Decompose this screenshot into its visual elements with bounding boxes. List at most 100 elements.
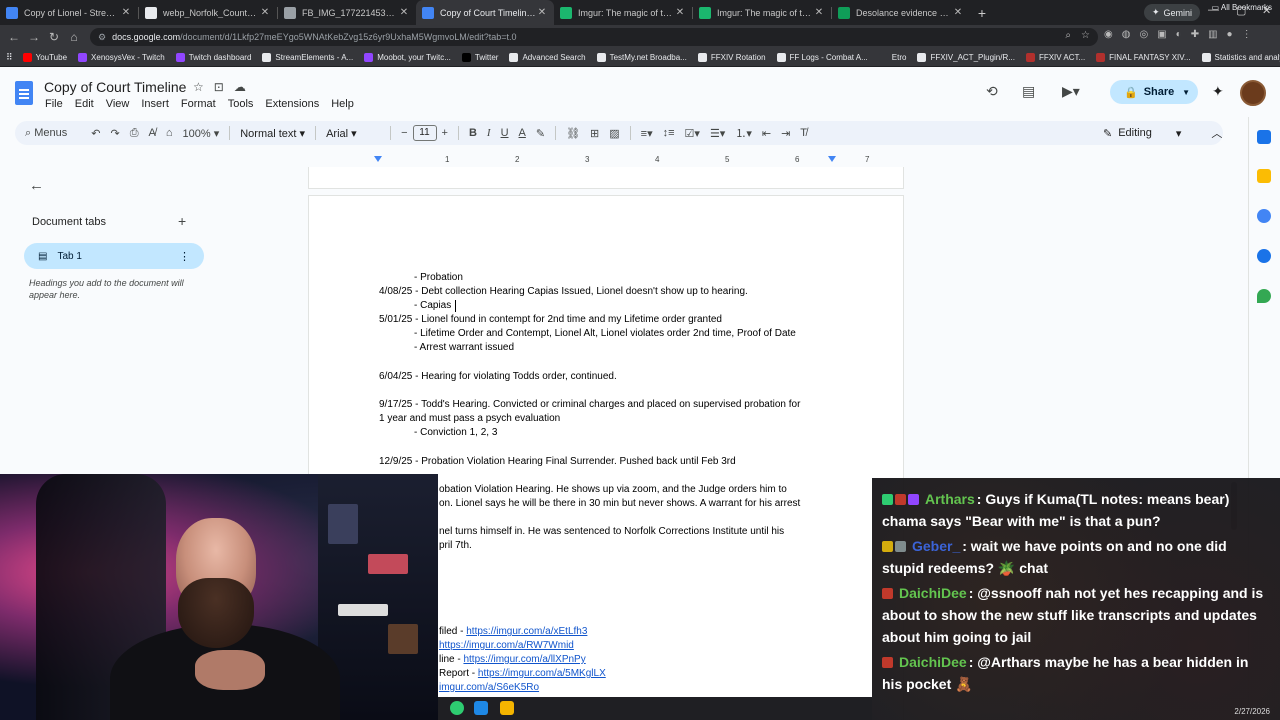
maps-icon[interactable]: [1257, 289, 1271, 303]
calendar-icon[interactable]: [1257, 130, 1271, 144]
close-tab-icon[interactable]: ✕: [398, 7, 410, 18]
site-info-icon[interactable]: ⚙: [98, 32, 106, 43]
home-icon[interactable]: ⌂: [64, 30, 84, 44]
bookmark-item[interactable]: Twitch dashboard: [175, 53, 251, 62]
app-icon[interactable]: [474, 701, 488, 715]
style-select[interactable]: Normal text ▾: [235, 127, 310, 140]
apps-icon[interactable]: ⠿: [6, 52, 13, 63]
menus-search[interactable]: ⌕ Menus: [15, 127, 72, 140]
side-panel-icon[interactable]: ▥: [1208, 29, 1217, 40]
extensions-puzzle-icon[interactable]: ✚: [1191, 29, 1199, 40]
document-line[interactable]: 9/17/25 - Todd's Hearing. Convicted or c…: [379, 399, 800, 410]
avatar[interactable]: [1240, 80, 1266, 106]
chevron-up-icon[interactable]: ︿: [1211, 125, 1222, 141]
reload-icon[interactable]: ↻: [44, 30, 64, 44]
meet-icon[interactable]: ▶▾: [1062, 83, 1080, 100]
highlight-icon[interactable]: ✎: [531, 127, 550, 140]
document-line[interactable]: - Conviction 1, 2, 3: [414, 427, 497, 438]
keep-icon[interactable]: [1257, 169, 1271, 183]
imgur-link[interactable]: https://imgur.com/a/5MKglLX: [478, 668, 606, 679]
move-folder-icon[interactable]: ⊡: [214, 80, 224, 94]
extension-icon[interactable]: ◎: [1139, 29, 1148, 40]
zoom-icon[interactable]: ⌕: [1065, 30, 1071, 41]
bookmark-item[interactable]: TestMy.net Broadba...: [596, 53, 687, 62]
text-color-icon[interactable]: A: [514, 127, 531, 139]
browser-tab[interactable]: FB_IMG_1772214531415.jpg (5✕: [278, 0, 416, 25]
left-indent-marker[interactable]: [374, 156, 382, 162]
bookmark-item[interactable]: Moobot, your Twitc...: [364, 53, 451, 62]
increase-indent-icon[interactable]: ⇥: [776, 127, 795, 140]
document-title[interactable]: Copy of Court Timeline: [44, 79, 186, 95]
browser-menu-icon[interactable]: ⋮: [1242, 29, 1252, 40]
app-icon[interactable]: [450, 701, 464, 715]
comment-icon[interactable]: ⊞: [585, 127, 604, 140]
close-tab-icon[interactable]: ✕: [952, 7, 964, 18]
gemini-button[interactable]: ✦ Gemini: [1144, 4, 1201, 21]
imgur-link[interactable]: imgur.com/a/S6eK5Ro: [439, 682, 539, 693]
extension-icon[interactable]: ◉: [1104, 29, 1113, 40]
star-icon[interactable]: ☆: [193, 80, 204, 94]
gemini-spark-icon[interactable]: ✦: [1212, 83, 1224, 100]
menu-tools[interactable]: Tools: [228, 98, 254, 110]
bookmark-item[interactable]: FFXIV_ACT_Plugin/R...: [917, 53, 1015, 62]
extension-icon[interactable]: ▣: [1157, 29, 1166, 40]
bookmark-item[interactable]: StreamElements - A...: [262, 53, 353, 62]
browser-tab[interactable]: Copy of Lionel - Stream/Youtub✕: [0, 0, 138, 25]
menu-extensions[interactable]: Extensions: [265, 98, 319, 110]
browser-tab[interactable]: Imgur: The magic of the Interne✕: [554, 0, 692, 25]
document-line[interactable]: - Arrest warrant issued: [414, 342, 514, 353]
bookmark-item[interactable]: YouTube: [22, 53, 67, 62]
close-tab-icon[interactable]: ✕: [536, 7, 548, 18]
document-tab-item[interactable]: ▤ Tab 1 ⋮: [24, 243, 204, 269]
imgur-link[interactable]: https://imgur.com/a/llXPnPy: [463, 654, 585, 665]
bookmark-item[interactable]: FFXIV Rotation: [697, 53, 766, 62]
contacts-icon[interactable]: [1257, 249, 1271, 263]
increase-font-icon[interactable]: +: [437, 127, 453, 139]
document-line[interactable]: pril 7th.: [439, 540, 472, 551]
undo-icon[interactable]: ↶: [86, 127, 105, 140]
document-line[interactable]: obation Violation Hearing. He shows up v…: [439, 484, 787, 495]
align-icon[interactable]: ≡▾: [636, 127, 658, 140]
address-bar[interactable]: ⚙ docs.google.com /document/d/1Lkfp27meE…: [90, 28, 1098, 46]
document-line[interactable]: 1 year and must pass a psych evaluation: [379, 413, 560, 424]
more-options-icon[interactable]: ⋮: [179, 250, 190, 263]
imgur-link[interactable]: https://imgur.com/a/xEtLfh3: [466, 626, 587, 637]
cloud-saved-icon[interactable]: ☁: [234, 80, 246, 94]
forward-icon[interactable]: →: [24, 30, 44, 44]
menu-insert[interactable]: Insert: [141, 98, 169, 110]
all-bookmarks[interactable]: ▭ All Bookmarks: [1212, 3, 1272, 12]
spellcheck-icon[interactable]: A̸: [144, 127, 161, 139]
paint-format-icon[interactable]: ⌂: [161, 127, 178, 139]
back-arrow-icon[interactable]: ←: [29, 177, 44, 194]
folder-icon[interactable]: [500, 701, 514, 715]
menu-help[interactable]: Help: [331, 98, 354, 110]
menu-view[interactable]: View: [106, 98, 130, 110]
print-icon[interactable]: ⎙: [125, 127, 144, 140]
document-line[interactable]: 12/9/25 - Probation Violation Hearing Fi…: [379, 456, 736, 467]
image-icon[interactable]: ▨: [604, 127, 624, 140]
bookmark-item[interactable]: FF Logs - Combat A...: [776, 53, 868, 62]
version-history-icon[interactable]: ⟲: [986, 83, 998, 100]
back-icon[interactable]: ←: [4, 30, 24, 44]
redo-icon[interactable]: ↷: [105, 127, 124, 140]
bookmark-item[interactable]: XenosysVex - Twitch: [78, 53, 165, 62]
add-tab-icon[interactable]: +: [178, 213, 186, 229]
share-button[interactable]: 🔒 Share ▼: [1110, 80, 1198, 104]
menu-format[interactable]: Format: [181, 98, 216, 110]
menu-edit[interactable]: Edit: [75, 98, 94, 110]
italic-icon[interactable]: I: [482, 127, 496, 139]
line-spacing-icon[interactable]: ↕≡: [658, 127, 680, 139]
extension-icon[interactable]: ◍: [1122, 29, 1131, 40]
menu-file[interactable]: File: [45, 98, 63, 110]
close-tab-icon[interactable]: ✕: [259, 7, 271, 18]
decrease-indent-icon[interactable]: ⇤: [757, 127, 776, 140]
clear-formatting-icon[interactable]: T̸: [795, 127, 812, 139]
document-line[interactable]: on. Lionel says he will be there in 30 m…: [439, 498, 800, 509]
previous-page[interactable]: [308, 167, 904, 189]
right-indent-marker[interactable]: [828, 156, 836, 162]
chevron-down-icon[interactable]: ▼: [1182, 88, 1190, 97]
document-line[interactable]: 6/04/25 - Hearing for violating Todds or…: [379, 371, 617, 382]
bookmark-item[interactable]: Statistics and analys...: [1201, 53, 1280, 62]
browser-tab[interactable]: Desolance evidence sheet - Go✕: [832, 0, 970, 25]
tasks-icon[interactable]: [1257, 209, 1271, 223]
